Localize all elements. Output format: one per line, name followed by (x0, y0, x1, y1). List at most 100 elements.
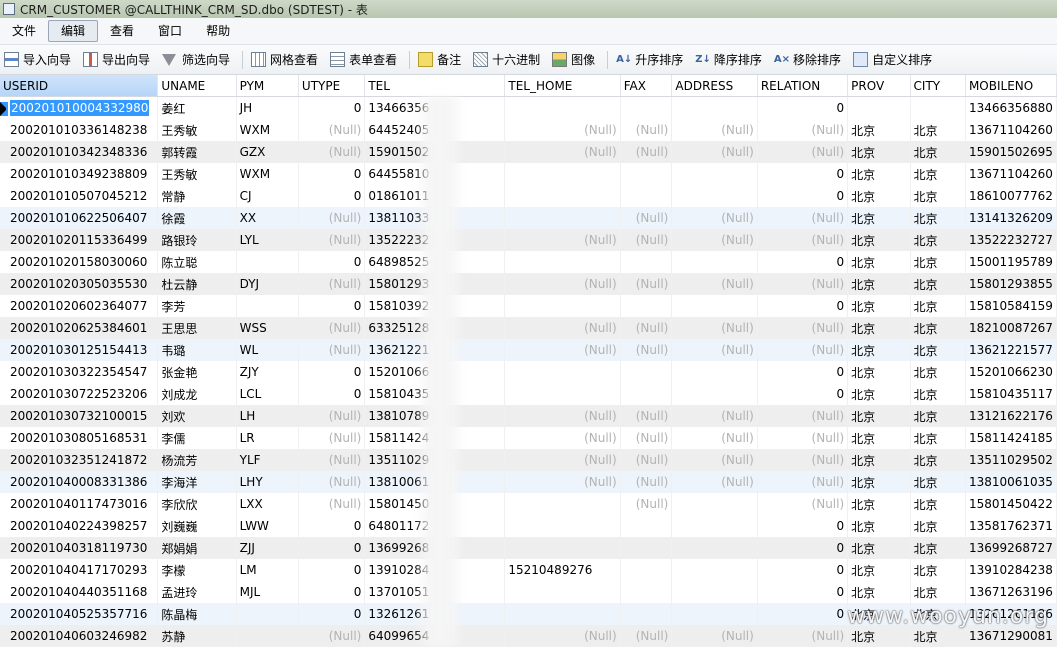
cell-uname[interactable]: 孟进玲 (157, 581, 237, 603)
cell-utype[interactable]: 0 (298, 251, 366, 273)
cell-prov[interactable] (847, 96, 911, 119)
cell-userid[interactable]: 200201020625384601 (0, 317, 159, 339)
cell-utype[interactable]: (Null) (298, 339, 366, 361)
cell-uname[interactable]: 王秀敏 (157, 119, 237, 141)
cell-address[interactable] (671, 361, 758, 383)
cell-uname[interactable]: 常静 (157, 185, 237, 207)
cell-tel_home[interactable]: (Null) (504, 119, 621, 141)
cell-userid[interactable]: 200201020305035530 (0, 273, 159, 295)
cell-uname[interactable]: 郭转霞 (157, 141, 237, 163)
cell-tel_home[interactable] (504, 537, 621, 559)
cell-address[interactable]: (Null) (671, 273, 758, 295)
cell-prov[interactable]: 北京 (847, 581, 911, 603)
cell-uname[interactable]: 王思思 (157, 317, 237, 339)
cell-mobileno[interactable]: 15801450422 (965, 493, 1057, 515)
toolbar-button-0[interactable]: 导入向导 (0, 49, 75, 71)
cell-prov[interactable]: 北京 (847, 515, 911, 537)
cell-utype[interactable]: (Null) (298, 449, 366, 471)
cell-mobileno[interactable]: 13522232727 (965, 229, 1057, 251)
cell-city[interactable]: 北京 (910, 163, 966, 185)
cell-userid[interactable]: 200201010622506407 (0, 207, 159, 229)
cell-city[interactable]: 北京 (910, 493, 966, 515)
cell-pym[interactable]: WXM (236, 119, 299, 141)
cell-pym[interactable] (236, 251, 299, 273)
cell-city[interactable]: 北京 (910, 119, 966, 141)
cell-userid[interactable]: 200201030125154413 (0, 339, 159, 361)
cell-mobileno[interactable]: 15811424185 (965, 427, 1057, 449)
toolbar-button-2[interactable]: 筛选向导 (158, 49, 234, 71)
cell-mobileno[interactable]: 13581762371 (965, 515, 1057, 537)
cell-relation[interactable]: (Null) (757, 405, 849, 427)
cell-uname[interactable]: 陈晶梅 (157, 603, 237, 625)
cell-relation[interactable]: (Null) (757, 493, 849, 515)
cell-pym[interactable]: ZJJ (236, 537, 299, 559)
cell-fax[interactable]: (Null) (620, 427, 673, 449)
cell-fax[interactable] (620, 537, 673, 559)
cell-relation[interactable]: 0 (757, 96, 849, 119)
toolbar-button-4[interactable]: 网格查看 (247, 49, 322, 71)
cell-city[interactable]: 北京 (910, 229, 966, 251)
cell-pym[interactable] (236, 295, 299, 317)
cell-fax[interactable]: (Null) (620, 405, 673, 427)
cell-city[interactable]: 北京 (910, 317, 966, 339)
cell-pym[interactable]: LHY (236, 471, 299, 493)
cell-pym[interactable]: YLF (236, 449, 299, 471)
cell-city[interactable]: 北京 (910, 339, 966, 361)
cell-uname[interactable]: 韦璐 (157, 339, 237, 361)
cell-pym[interactable]: LWW (236, 515, 299, 537)
cell-mobileno[interactable]: 15801293855 (965, 273, 1057, 295)
cell-mobileno[interactable]: 15810584159 (965, 295, 1057, 317)
cell-address[interactable] (671, 559, 758, 581)
cell-utype[interactable]: 0 (298, 559, 366, 581)
column-header-fax[interactable]: FAX (620, 75, 673, 97)
cell-tel_home[interactable] (504, 383, 621, 405)
cell-prov[interactable]: 北京 (847, 427, 911, 449)
cell-utype[interactable]: (Null) (298, 229, 366, 251)
cell-tel_home[interactable] (504, 251, 621, 273)
cell-fax[interactable]: (Null) (620, 119, 673, 141)
cell-prov[interactable]: 北京 (847, 163, 911, 185)
cell-tel_home[interactable]: (Null) (504, 471, 621, 493)
cell-utype[interactable]: (Null) (298, 141, 366, 163)
cell-uname[interactable]: 陈立聪 (157, 251, 237, 273)
cell-utype[interactable]: (Null) (298, 427, 366, 449)
cell-prov[interactable]: 北京 (847, 405, 911, 427)
cell-utype[interactable]: (Null) (298, 493, 366, 515)
cell-pym[interactable]: LR (236, 427, 299, 449)
cell-relation[interactable]: (Null) (757, 471, 849, 493)
cell-address[interactable]: (Null) (671, 339, 758, 361)
table-row[interactable]: 200201010507045212 常静 CJ 0 01861011 0 北京 北京 1861… (0, 185, 1057, 207)
cell-utype[interactable]: 0 (298, 295, 366, 317)
cell-relation[interactable]: 0 (757, 295, 849, 317)
column-header-city[interactable]: CITY (910, 75, 966, 97)
cell-city[interactable]: 北京 (910, 537, 966, 559)
cell-mobileno[interactable]: 13621221577 (965, 339, 1057, 361)
cell-pym[interactable] (236, 625, 299, 647)
cell-address[interactable]: (Null) (671, 471, 758, 493)
cell-uname[interactable]: 李芳 (157, 295, 237, 317)
cell-utype[interactable]: 0 (298, 383, 366, 405)
cell-utype[interactable]: 0 (298, 361, 366, 383)
cell-relation[interactable]: 0 (757, 559, 849, 581)
cell-mobileno[interactable]: 13699268727 (965, 537, 1057, 559)
cell-relation[interactable]: 0 (757, 537, 849, 559)
column-header-mobileno[interactable]: MOBILENO (965, 75, 1057, 97)
cell-tel_home[interactable]: (Null) (504, 405, 621, 427)
cell-userid[interactable]: 200201020115336499 (0, 229, 159, 251)
cell-city[interactable]: 北京 (910, 427, 966, 449)
cell-userid[interactable]: 200201010349238809 (0, 163, 159, 185)
cell-fax[interactable] (620, 295, 673, 317)
table-row[interactable]: 200201020115336499 路银玲 LYL (Null) 13522232 (N… (0, 229, 1057, 251)
cell-fax[interactable] (620, 515, 673, 537)
cell-city[interactable]: 北京 (910, 185, 966, 207)
cell-uname[interactable]: 杨流芳 (157, 449, 237, 471)
cell-utype[interactable]: 0 (298, 163, 366, 185)
column-header-prov[interactable]: PROV (847, 75, 911, 97)
cell-tel_home[interactable] (504, 581, 621, 603)
table-row[interactable]: 200201032351241872 杨流芳 YLF (Null) 13511029 (N… (0, 449, 1057, 471)
cell-mobileno[interactable]: 13671104260 (965, 119, 1057, 141)
column-header-utype[interactable]: UTYPE (298, 75, 366, 97)
cell-fax[interactable] (620, 163, 673, 185)
cell-address[interactable] (671, 537, 758, 559)
cell-pym[interactable]: ZJY (236, 361, 299, 383)
